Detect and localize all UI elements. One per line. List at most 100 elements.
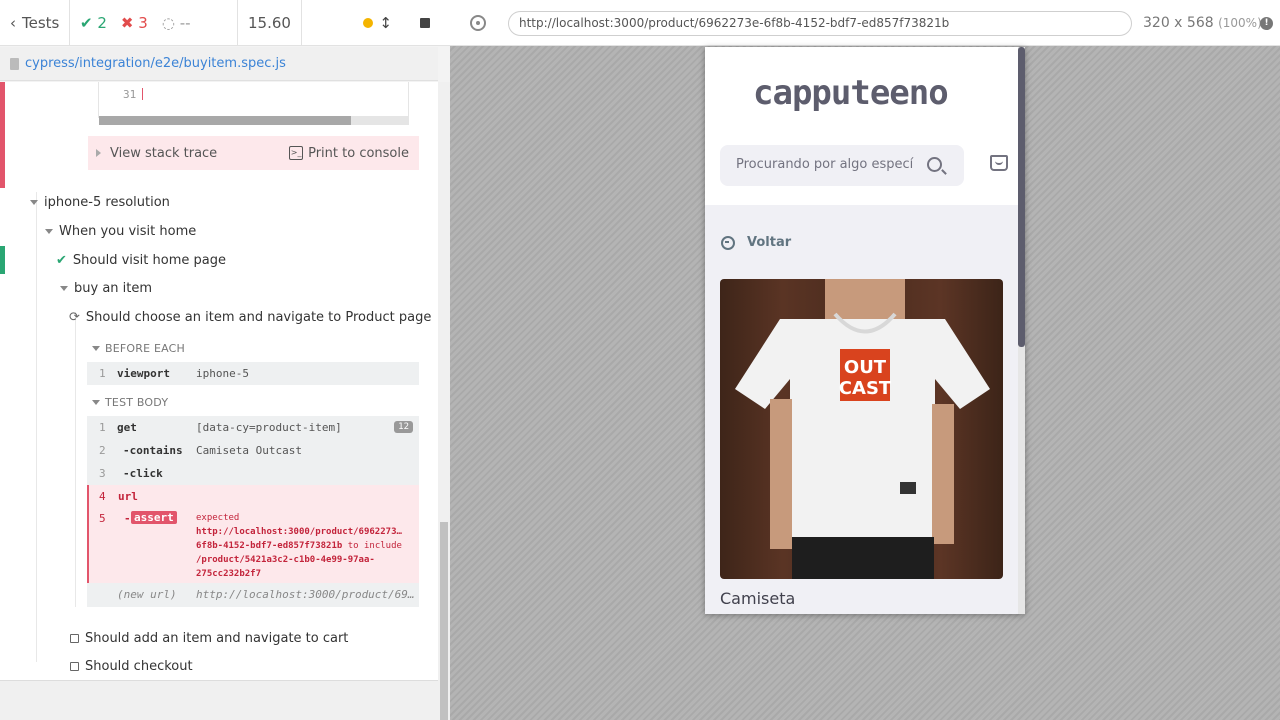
tree-guide-line [36, 192, 37, 662]
new-url-row[interactable]: (new url) http://localhost:3000/product/… [87, 583, 419, 607]
app-scroll-thumb[interactable] [1018, 47, 1025, 347]
tests-label: Tests [22, 13, 60, 32]
check-icon: ✔ [56, 253, 67, 268]
aut-url[interactable]: http://localhost:3000/product/6962273e-6… [508, 11, 1132, 36]
status-dot-icon [363, 17, 374, 28]
test-visit-home-page[interactable]: ✔ Should visit home page [56, 253, 226, 268]
aut-panel: http://localhost:3000/product/6962273e-6… [450, 0, 1280, 720]
caret-down-icon [92, 346, 100, 351]
command-row[interactable]: 1 viewport iphone-5 [87, 362, 419, 385]
app-iframe: capputeeno Procurando por algo especí Vo… [705, 47, 1025, 614]
command-row[interactable]: 3 -click [87, 462, 419, 485]
viewport-info: 320 x 568 (100%) [1143, 15, 1262, 31]
suite-iphone-5[interactable]: iphone-5 resolution [30, 195, 170, 210]
pending-box-icon [70, 634, 79, 643]
app-header: capputeeno Procurando por algo especí [705, 47, 1018, 205]
hook-before-each[interactable]: BEFORE EACH [92, 342, 185, 355]
right-arm [932, 404, 954, 544]
back-arrow-icon [721, 235, 735, 250]
chevron-left-icon: ‹ [10, 13, 16, 32]
print-to-console-button[interactable]: >_ Print to console [289, 146, 409, 161]
back-button[interactable]: Voltar [721, 235, 791, 250]
spinner-icon: ◌ [161, 13, 175, 32]
search-icon[interactable] [927, 157, 942, 172]
test-title: Should choose an item and navigate to Pr… [85, 310, 432, 325]
caret-right-icon [96, 149, 101, 157]
spec-path-bar: cypress/integration/e2e/buyitem.spec.js [0, 47, 438, 81]
caret-down-icon [45, 229, 53, 234]
pending-count: ◌ -- [161, 13, 191, 32]
pants [792, 537, 934, 579]
auto-scroll-toggle[interactable]: ↕ [363, 14, 392, 32]
failed-count: ✖ 3 [120, 13, 148, 32]
caret-down-icon [30, 200, 38, 205]
cursor-marker [142, 88, 144, 100]
shirt-print-line-1: OUT [844, 357, 887, 378]
test-choose-item[interactable]: ⟳ Should choose an item and navigate to … [69, 310, 431, 325]
duration: 15.60 [238, 0, 302, 46]
assert-tag: assert [131, 511, 177, 524]
test-add-to-cart[interactable]: Should add an item and navigate to cart [70, 631, 348, 646]
command-row[interactable]: 2 -contains Camiseta Outcast [87, 439, 419, 462]
suite-buy-an-item[interactable]: buy an item [60, 281, 152, 296]
passed-count: ✔ 2 [80, 13, 107, 32]
reporter-topbar: ‹ Tests ✔ 2 ✖ 3 ◌ -- 15.60 ↕ [0, 0, 450, 46]
tree-guide-line [75, 312, 76, 607]
reporter-panel: ‹ Tests ✔ 2 ✖ 3 ◌ -- 15.60 ↕ cypress/int… [0, 0, 450, 720]
suite-title: iphone-5 resolution [44, 195, 170, 210]
code-line-number: 31 [123, 88, 137, 101]
code-hscroll-thumb[interactable] [99, 116, 351, 125]
watch [900, 482, 916, 494]
fail-indicator [0, 82, 5, 188]
print-label: Print to console [308, 145, 409, 161]
person-neck [825, 279, 905, 319]
assertion-message: expected http://localhost:3000/product/6… [196, 513, 402, 579]
refresh-icon: ⟳ [69, 310, 80, 325]
selector-playground-icon[interactable] [470, 15, 486, 31]
reporter-scroll-thumb[interactable] [440, 522, 448, 720]
element-count-badge: 12 [394, 421, 413, 433]
shirt-print-line-2: CAST [839, 378, 892, 399]
spec-path-link[interactable]: cypress/integration/e2e/buyitem.spec.js [25, 56, 286, 71]
pending-box-icon [70, 662, 79, 671]
app-logo[interactable]: capputeeno [753, 73, 949, 113]
caret-down-icon [92, 400, 100, 405]
pass-indicator [0, 246, 5, 274]
failed-command-block[interactable]: 4 url 5 - assert expected http://localho… [87, 485, 419, 583]
context-title: When you visit home [59, 224, 197, 239]
scroll-arrows-icon: ↕ [379, 13, 392, 32]
caret-down-icon [60, 286, 68, 291]
reporter-footer [0, 680, 438, 720]
hook-test-body[interactable]: TEST BODY [92, 396, 168, 409]
error-footer: View stack trace >_ Print to console [88, 136, 419, 170]
back-label: Voltar [747, 235, 792, 250]
command-row[interactable]: 1 get [data-cy=product-item] 12 [87, 416, 419, 439]
aut-header: http://localhost:3000/product/6962273e-6… [450, 0, 1280, 46]
product-name: Camiseta [720, 589, 796, 608]
run-controls: ↕ [302, 0, 450, 46]
stop-icon[interactable] [420, 17, 430, 28]
product-image: OUT CAST [720, 279, 1003, 579]
info-icon[interactable]: ! [1260, 17, 1273, 30]
suite-title: buy an item [74, 281, 153, 296]
cross-icon: ✖ [120, 13, 134, 32]
test-stats: ✔ 2 ✖ 3 ◌ -- [70, 0, 238, 46]
code-hscrollbar[interactable] [99, 116, 409, 125]
left-arm [770, 399, 792, 549]
search-input[interactable]: Procurando por algo especí [720, 145, 964, 186]
view-stack-trace-toggle[interactable]: View stack trace [96, 146, 217, 161]
context-visit-home[interactable]: When you visit home [45, 224, 196, 239]
product-photo: OUT CAST [735, 279, 990, 579]
stack-trace-label: View stack trace [110, 145, 218, 161]
check-icon: ✔ [80, 13, 93, 32]
terminal-icon: >_ [289, 146, 304, 160]
test-title: Should checkout [85, 659, 193, 674]
test-title: Should visit home page [72, 253, 226, 268]
tests-button[interactable]: ‹ Tests [0, 0, 70, 46]
code-frame: 31 [98, 82, 409, 118]
shopping-bag-icon[interactable] [990, 155, 1008, 171]
test-checkout[interactable]: Should checkout [70, 659, 193, 674]
file-icon [10, 57, 19, 70]
runnable-list: 31 View stack trace >_ Print to console … [0, 82, 438, 680]
test-title: Should add an item and navigate to cart [85, 631, 349, 646]
